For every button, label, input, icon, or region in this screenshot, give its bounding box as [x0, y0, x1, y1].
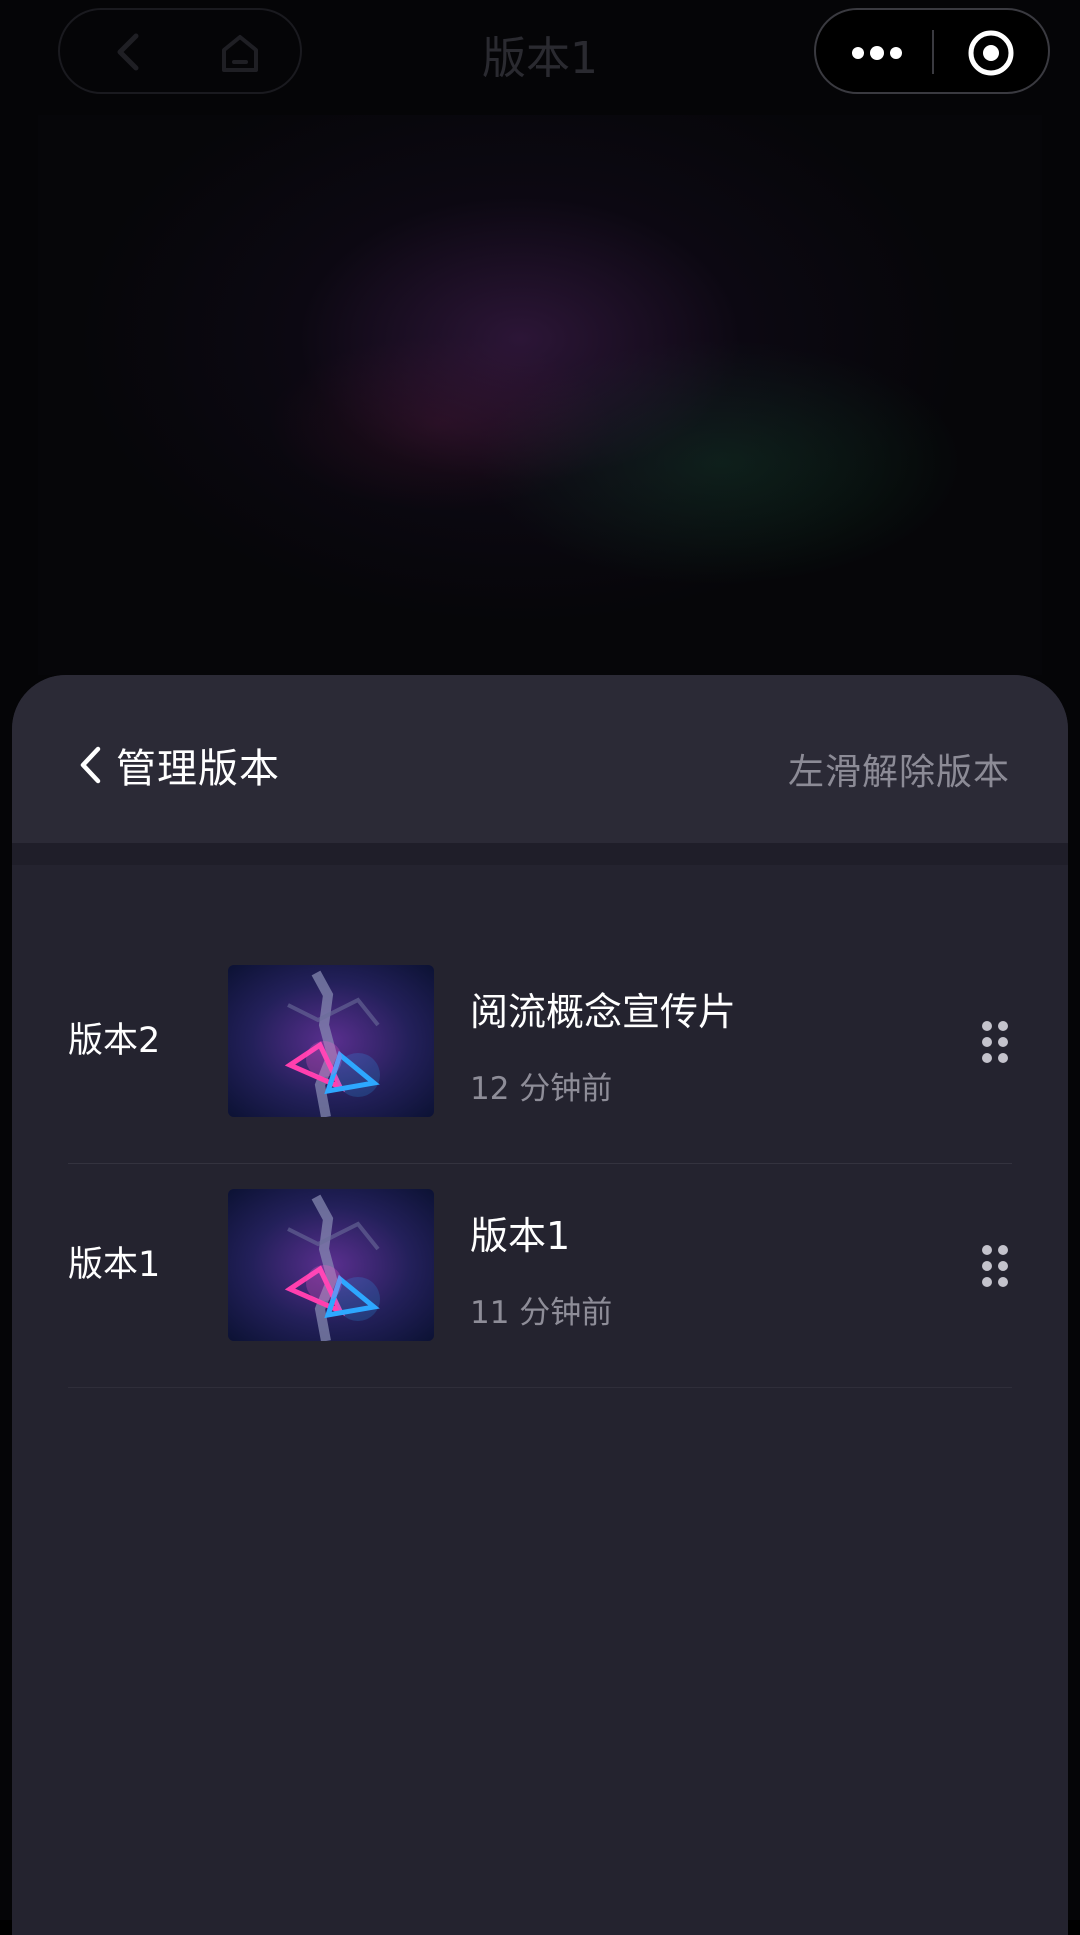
version-row[interactable]: 版本1 版本1 11 分钟前	[12, 1189, 1068, 1389]
video-preview	[38, 115, 1042, 675]
sheet-header: 管理版本 左滑解除版本	[12, 675, 1068, 843]
video-thumbnail	[228, 1189, 434, 1341]
row-divider	[68, 1163, 1012, 1164]
version-title: 版本1	[470, 1214, 571, 1258]
header-separator	[12, 843, 1068, 865]
video-thumbnail	[228, 965, 434, 1117]
version-label: 版本1	[68, 1245, 161, 1285]
version-timestamp: 11 分钟前	[470, 1295, 613, 1331]
target-icon[interactable]	[966, 28, 1016, 78]
swipe-hint: 左滑解除版本	[787, 752, 1010, 793]
nav-bar: 版本1	[0, 0, 1080, 110]
capsule-divider	[932, 30, 934, 74]
row-divider	[68, 1387, 1012, 1388]
more-dots-icon[interactable]	[850, 36, 904, 70]
version-title: 阅流概念宣传片	[470, 990, 737, 1034]
manage-versions-sheet: 管理版本 左滑解除版本 版本2 阅流概念宣传片 12 分钟前 版本1 版本1 1…	[12, 675, 1068, 1935]
chevron-left-icon	[80, 746, 101, 784]
sheet-title: 管理版本	[116, 746, 280, 792]
nav-capsule-right	[814, 8, 1050, 94]
version-label: 版本2	[68, 1021, 161, 1061]
version-row[interactable]: 版本2 阅流概念宣传片 12 分钟前	[12, 965, 1068, 1165]
version-timestamp: 12 分钟前	[470, 1071, 613, 1107]
drag-handle-icon[interactable]	[980, 1019, 1010, 1065]
drag-handle-icon[interactable]	[980, 1243, 1010, 1289]
sheet-back-button[interactable]: 管理版本	[78, 735, 280, 795]
